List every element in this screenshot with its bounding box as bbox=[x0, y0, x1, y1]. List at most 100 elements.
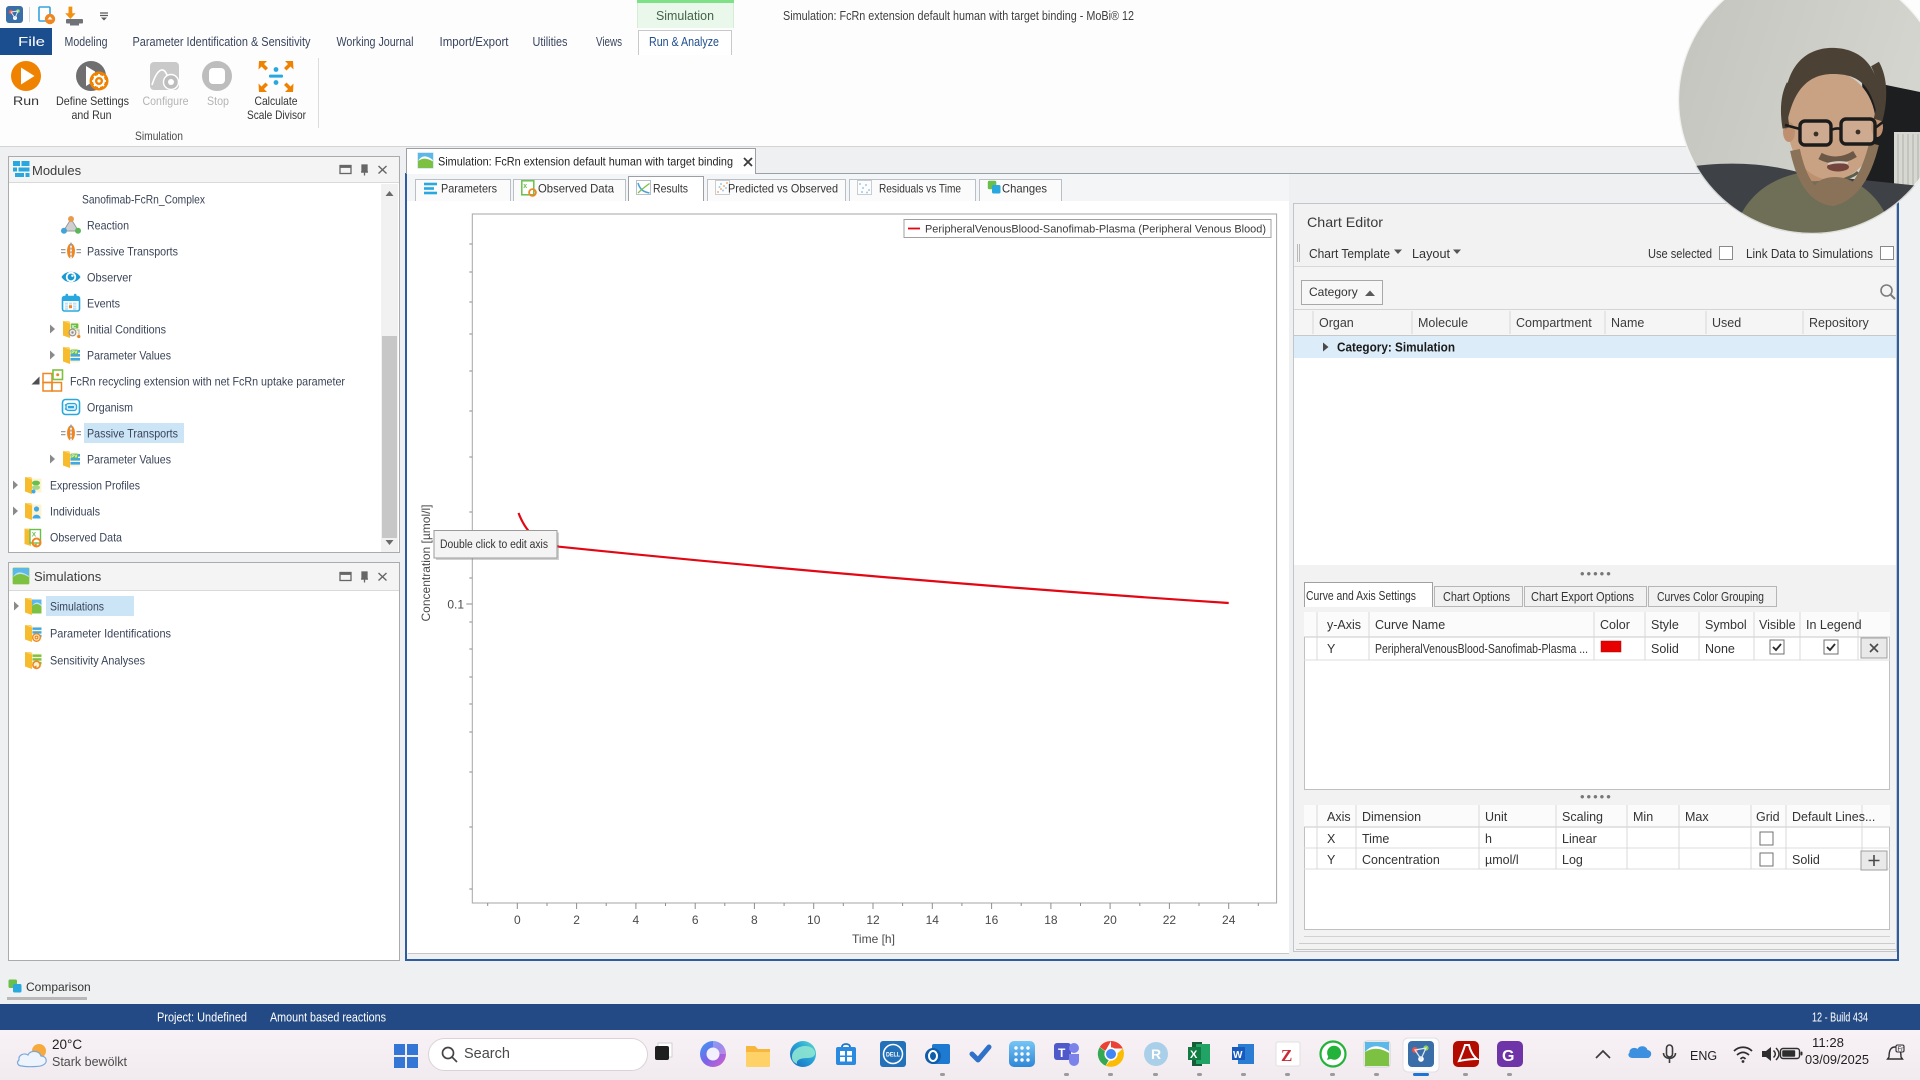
svg-text:2: 2 bbox=[573, 913, 580, 927]
svg-text:W: W bbox=[1233, 1050, 1243, 1061]
svg-text:Scaling: Scaling bbox=[1562, 810, 1603, 824]
svg-text:X: X bbox=[32, 532, 37, 539]
svg-text:Simulation: Simulation bbox=[135, 129, 183, 143]
svg-text:Organ: Organ bbox=[1319, 316, 1354, 330]
svg-text:X: X bbox=[1190, 1049, 1198, 1061]
svg-text:Project: Undefined: Project: Undefined bbox=[157, 1011, 247, 1025]
svg-text:Use selected: Use selected bbox=[1648, 247, 1712, 261]
svg-text:Molecule: Molecule bbox=[1418, 316, 1468, 330]
svg-text:Events: Events bbox=[87, 297, 120, 311]
svg-text:Parameter Identification & Sen: Parameter Identification & Sensitivity bbox=[133, 34, 311, 49]
svg-text:20: 20 bbox=[1103, 913, 1117, 927]
svg-text:Concentration: Concentration bbox=[1362, 853, 1440, 867]
svg-text:Z: Z bbox=[1281, 1046, 1292, 1065]
svg-text:12 - Build 434: 12 - Build 434 bbox=[1812, 1011, 1868, 1025]
svg-text:11:28: 11:28 bbox=[1812, 1036, 1844, 1050]
svg-text:Simulation: Simulation bbox=[656, 9, 714, 23]
svg-text:PeripheralVenousBlood-Sanofima: PeripheralVenousBlood-Sanofimab-Plasma .… bbox=[1375, 642, 1588, 656]
svg-text:Sensitivity Analyses: Sensitivity Analyses bbox=[50, 654, 145, 668]
svg-text:Min: Min bbox=[1633, 810, 1653, 824]
svg-text:Views: Views bbox=[596, 34, 622, 49]
svg-text:R: R bbox=[1151, 1046, 1161, 1062]
svg-text:Max: Max bbox=[1685, 810, 1709, 824]
svg-text:8: 8 bbox=[751, 913, 758, 927]
svg-text:4: 4 bbox=[633, 913, 640, 927]
svg-text:Repository: Repository bbox=[1809, 316, 1869, 330]
svg-text:Linear: Linear bbox=[1562, 832, 1597, 846]
svg-text:G: G bbox=[1502, 1048, 1514, 1065]
svg-text:Grid: Grid bbox=[1756, 810, 1780, 824]
svg-text:Individuals: Individuals bbox=[50, 505, 100, 519]
svg-text:Amount based reactions: Amount based reactions bbox=[270, 1011, 386, 1025]
svg-text:Y: Y bbox=[1327, 642, 1336, 656]
svg-text:Configure: Configure bbox=[143, 94, 189, 108]
svg-text:Name: Name bbox=[1611, 316, 1644, 330]
svg-text:12: 12 bbox=[866, 913, 880, 927]
svg-text:Y: Y bbox=[1327, 853, 1336, 867]
svg-text:Run & Analyze: Run & Analyze bbox=[649, 34, 719, 49]
svg-text:Color: Color bbox=[1600, 618, 1630, 632]
svg-text:Working Journal: Working Journal bbox=[337, 34, 414, 49]
svg-text:Observed Data: Observed Data bbox=[50, 531, 122, 545]
svg-text:Run: Run bbox=[13, 94, 39, 108]
svg-text:File: File bbox=[18, 34, 45, 49]
svg-text:Changes: Changes bbox=[1002, 182, 1047, 196]
svg-text:Concentration [µmol/l]: Concentration [µmol/l] bbox=[419, 505, 433, 622]
svg-text:Calculate: Calculate bbox=[255, 94, 298, 108]
svg-text:Layout: Layout bbox=[1412, 247, 1451, 261]
svg-text:Curve and Axis Settings: Curve and Axis Settings bbox=[1306, 589, 1416, 603]
svg-text:Expression Profiles: Expression Profiles bbox=[50, 479, 140, 493]
svg-text:Log: Log bbox=[1562, 853, 1583, 867]
svg-text:Fn: Fn bbox=[1898, 1047, 1905, 1053]
svg-text:Default Lines...: Default Lines... bbox=[1792, 810, 1875, 824]
svg-text:Category: Simulation: Category: Simulation bbox=[1337, 341, 1455, 355]
svg-text:None: None bbox=[1705, 642, 1735, 656]
svg-text:Symbol: Symbol bbox=[1705, 618, 1747, 632]
svg-text:IC: IC bbox=[72, 324, 77, 329]
svg-text:Simulation: FcRn extension def: Simulation: FcRn extension default human… bbox=[438, 155, 733, 169]
svg-text:x: x bbox=[523, 183, 527, 190]
svg-text:FcRn recycling extension with: FcRn recycling extension with net FcRn u… bbox=[70, 375, 345, 389]
svg-text:Link Data to Simulations: Link Data to Simulations bbox=[1746, 247, 1873, 261]
svg-text:Parameter Values: Parameter Values bbox=[87, 349, 171, 363]
svg-text:14: 14 bbox=[926, 913, 940, 927]
svg-text:Parameters: Parameters bbox=[441, 182, 497, 196]
svg-text:22: 22 bbox=[1163, 913, 1177, 927]
svg-text:Simulation: FcRn extension def: Simulation: FcRn extension default human… bbox=[783, 9, 1134, 23]
svg-text:Reaction: Reaction bbox=[87, 219, 129, 233]
svg-text:Parameter Identifications: Parameter Identifications bbox=[50, 627, 171, 641]
svg-text:Style: Style bbox=[1651, 618, 1679, 632]
svg-text:Used: Used bbox=[1712, 316, 1741, 330]
svg-text:18: 18 bbox=[1044, 913, 1058, 927]
svg-text:Unit: Unit bbox=[1485, 810, 1508, 824]
svg-text:Residuals vs Time: Residuals vs Time bbox=[879, 182, 961, 196]
svg-text:Time [h]: Time [h] bbox=[852, 932, 895, 946]
svg-text:Scale Divisor: Scale Divisor bbox=[247, 108, 306, 122]
svg-text:Chart Editor: Chart Editor bbox=[1307, 214, 1383, 230]
svg-text:Dimension: Dimension bbox=[1362, 810, 1421, 824]
svg-text:16: 16 bbox=[985, 913, 999, 927]
svg-text:Axis: Axis bbox=[1327, 810, 1351, 824]
svg-text:Passive Transports: Passive Transports bbox=[87, 427, 178, 441]
svg-text:Compartment: Compartment bbox=[1516, 316, 1592, 330]
svg-text:Import/Export: Import/Export bbox=[440, 34, 509, 49]
svg-text:Results: Results bbox=[653, 182, 688, 196]
svg-text:y-Axis: y-Axis bbox=[1327, 618, 1361, 632]
svg-text:0.1: 0.1 bbox=[447, 598, 464, 612]
svg-text:Sanofimab-FcRn_Complex: Sanofimab-FcRn_Complex bbox=[82, 193, 205, 207]
svg-text:Define Settings: Define Settings bbox=[56, 94, 129, 108]
svg-text:DELL: DELL bbox=[886, 1053, 900, 1059]
svg-text:6: 6 bbox=[692, 913, 699, 927]
svg-text:24: 24 bbox=[1222, 913, 1236, 927]
svg-text:0: 0 bbox=[514, 913, 521, 927]
svg-text:Initial Conditions: Initial Conditions bbox=[87, 323, 166, 337]
svg-text:Chart Options: Chart Options bbox=[1443, 590, 1510, 604]
svg-text:Curve Name: Curve Name bbox=[1375, 618, 1445, 632]
svg-text:Organism: Organism bbox=[87, 401, 133, 415]
svg-text:PV: PV bbox=[71, 350, 77, 355]
svg-text:Utilities: Utilities bbox=[533, 34, 568, 49]
svg-text:Parameter Values: Parameter Values bbox=[87, 453, 171, 467]
svg-text:In Legend: In Legend bbox=[1806, 618, 1862, 632]
svg-text:ENG: ENG bbox=[1690, 1049, 1717, 1063]
svg-text:Curves Color Grouping: Curves Color Grouping bbox=[1657, 590, 1764, 604]
